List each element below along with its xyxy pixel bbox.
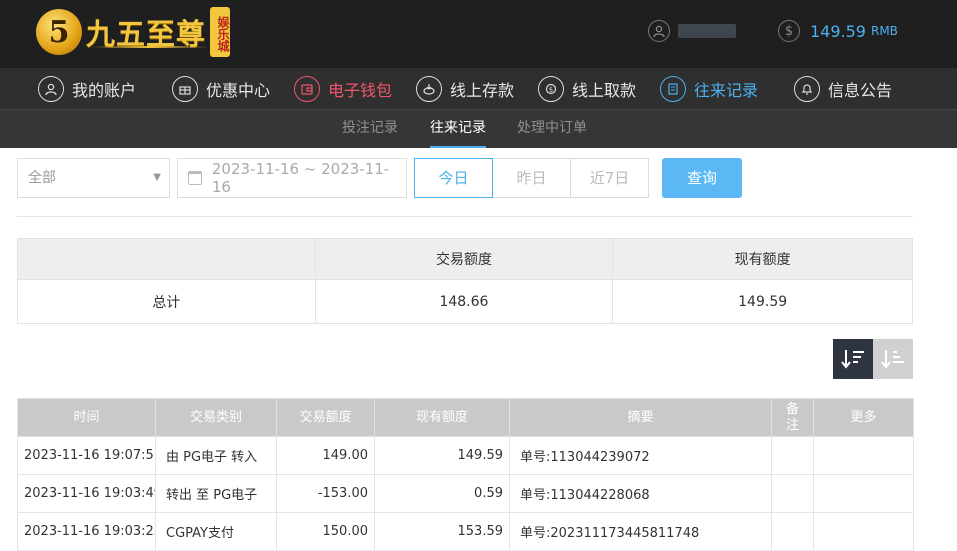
nav-label: 线上存款 — [450, 80, 515, 100]
summary-total-row: 总计 148.66 149.59 — [17, 279, 913, 324]
logo-badge: 娱乐城 — [210, 7, 231, 57]
user-icon — [38, 75, 64, 102]
header-more: 更多 — [813, 398, 914, 437]
balance-value: 149.59 — [810, 21, 866, 41]
query-button[interactable]: 查询 — [662, 158, 742, 198]
deposit-icon — [416, 75, 442, 102]
header-type: 交易类别 — [155, 398, 277, 437]
cell-balance: 153.59 — [374, 512, 510, 551]
nav-online-deposit[interactable]: 线上存款 — [416, 68, 514, 109]
cell-time: 2023-11-16 19:07:51 — [17, 436, 156, 475]
header-memo: 摘要 — [509, 398, 772, 437]
user-area[interactable] — [648, 18, 736, 44]
nav-label: 电子钱包 — [328, 80, 393, 100]
wallet-icon — [294, 75, 320, 102]
nav-label: 线上取款 — [572, 80, 637, 100]
summary-total-trade-amount: 148.66 — [314, 279, 614, 324]
nav-label: 优惠中心 — [206, 80, 271, 100]
summary-header-trade-amount: 交易额度 — [314, 238, 614, 280]
dollar-icon: $ — [778, 20, 800, 42]
cell-more[interactable] — [813, 436, 914, 475]
cell-time: 2023-11-16 19:03:49 — [17, 474, 156, 513]
nav-label: 我的账户 — [72, 80, 137, 100]
yesterday-button[interactable]: 昨日 — [492, 158, 571, 198]
nav-my-account[interactable]: 我的账户 — [38, 68, 136, 109]
nav-promotions[interactable]: 优惠中心 — [172, 68, 270, 109]
summary-total-label: 总计 — [17, 279, 316, 324]
caret-down-icon: ▼ — [153, 172, 161, 183]
cell-memo: 单号:113044239072 — [509, 436, 772, 475]
type-select[interactable]: 全部 ▼ — [17, 158, 170, 198]
nav-transaction-records[interactable]: 往来记录 — [660, 68, 758, 109]
logo-emblem: 5 — [36, 9, 82, 55]
summary-total-current-amount: 149.59 — [612, 279, 913, 324]
nav-announcements[interactable]: 信息公告 — [794, 68, 892, 109]
header-amount: 交易额度 — [276, 398, 375, 437]
nav-online-withdraw[interactable]: $ 线上取款 — [538, 68, 636, 109]
cell-amount: 149.00 — [276, 436, 375, 475]
subtab-bet-records[interactable]: 投注记录 — [342, 110, 398, 148]
date-range-input[interactable]: 2023-11-16 ~ 2023-11-16 — [177, 158, 407, 198]
date-range-value: 2023-11-16 ~ 2023-11-16 — [211, 160, 390, 196]
gift-icon — [172, 75, 198, 102]
subtab-pending-orders[interactable]: 处理中订单 — [517, 110, 587, 148]
cell-balance: 0.59 — [374, 474, 510, 513]
username-redacted — [678, 24, 736, 38]
filter-bar: 全部 ▼ 2023-11-16 ~ 2023-11-16 今日 昨日 近7日 查… — [17, 158, 757, 198]
site-logo[interactable]: 5 九五至尊 娱乐城 — [36, 6, 231, 58]
top-bar: 5 九五至尊 娱乐城 $ 149.59 RMB — [0, 0, 957, 68]
calendar-icon — [188, 171, 202, 185]
summary-header-row: 交易额度 现有额度 — [17, 238, 913, 280]
header-remark: 备注 — [771, 398, 814, 437]
cell-type: 由 PG电子 转入 — [155, 436, 277, 475]
header-balance: 现有额度 — [374, 398, 510, 437]
cell-time: 2023-11-16 19:03:25 — [17, 512, 156, 551]
type-select-value: 全部 — [28, 170, 56, 186]
summary-table: 交易额度 现有额度 总计 148.66 149.59 — [17, 238, 913, 324]
balance-currency: RMB — [870, 24, 898, 38]
quick-date-group: 今日 昨日 近7日 — [414, 158, 649, 198]
cell-type: 转出 至 PG电子 — [155, 474, 277, 513]
table-row[interactable]: 2023-11-16 19:07:51 由 PG电子 转入 149.00 149… — [17, 436, 914, 475]
logo-ornament — [92, 46, 208, 48]
header-time: 时间 — [17, 398, 156, 437]
cell-more[interactable] — [813, 512, 914, 551]
cell-remark — [771, 436, 814, 475]
nav-label: 信息公告 — [828, 80, 893, 100]
records-icon — [660, 75, 686, 102]
today-button[interactable]: 今日 — [414, 158, 493, 198]
withdraw-icon: $ — [538, 75, 564, 102]
nav-e-wallet[interactable]: 电子钱包 — [294, 68, 392, 109]
sort-descending-icon[interactable] — [833, 339, 873, 379]
bell-icon — [794, 75, 820, 102]
cell-type: CGPAY支付 — [155, 512, 277, 551]
cell-more[interactable] — [813, 474, 914, 513]
main-nav: 我的账户 优惠中心 电子钱包 线上存款 $ 线上取款 往来记录 信息公告 — [0, 68, 957, 110]
cell-amount: -153.00 — [276, 474, 375, 513]
cell-memo: 单号:202311173445811748 — [509, 512, 772, 551]
sub-nav: 投注记录 往来记录 处理中订单 — [0, 110, 957, 148]
cell-balance: 149.59 — [374, 436, 510, 475]
table-row[interactable]: 2023-11-16 19:03:49 转出 至 PG电子 -153.00 0.… — [17, 474, 914, 513]
subtab-transaction-records[interactable]: 往来记录 — [430, 110, 486, 148]
sort-ascending-icon[interactable] — [873, 339, 913, 379]
records-table: 时间 交易类别 交易额度 现有额度 摘要 备注 更多 2023-11-16 19… — [17, 398, 914, 551]
summary-header-empty — [17, 238, 316, 280]
cell-amount: 150.00 — [276, 512, 375, 551]
balance-area: $ 149.59 RMB — [778, 18, 898, 44]
records-header-row: 时间 交易类别 交易额度 现有额度 摘要 备注 更多 — [17, 398, 914, 437]
nav-label: 往来记录 — [694, 80, 759, 100]
cell-remark — [771, 474, 814, 513]
last-7-days-button[interactable]: 近7日 — [570, 158, 649, 198]
summary-header-current-amount: 现有额度 — [612, 238, 913, 280]
svg-text:$: $ — [549, 86, 553, 94]
user-avatar-icon — [648, 20, 670, 42]
cell-remark — [771, 512, 814, 551]
sort-toggle — [833, 339, 913, 379]
cell-memo: 单号:113044228068 — [509, 474, 772, 513]
table-row[interactable]: 2023-11-16 19:03:25 CGPAY支付 150.00 153.5… — [17, 512, 914, 551]
divider — [17, 216, 913, 217]
